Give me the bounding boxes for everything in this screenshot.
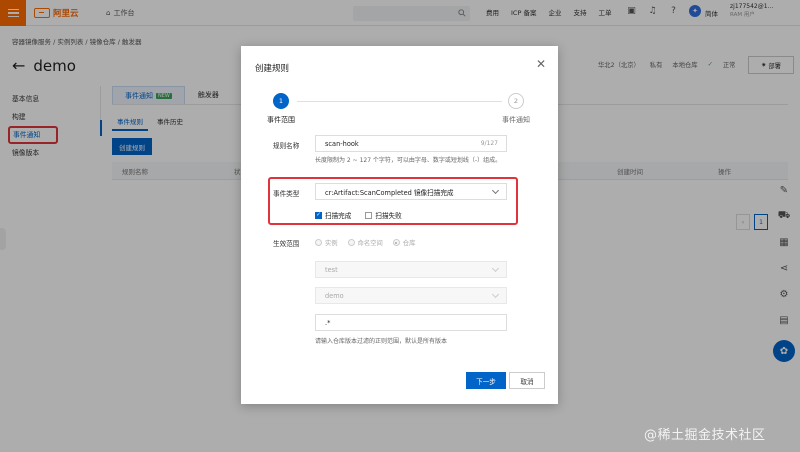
watermark: @稀土掘金技术社区 bbox=[644, 428, 766, 443]
event-type-label: 事件类型 bbox=[273, 190, 300, 198]
scan-done-checkbox[interactable]: ✓ 扫描完成 bbox=[315, 210, 351, 220]
repo-value: demo bbox=[325, 291, 344, 300]
chevron-down-icon bbox=[491, 186, 500, 195]
checkbox-checked-icon: ✓ bbox=[315, 211, 322, 219]
scope-label: 生效范围 bbox=[273, 240, 300, 248]
radio-icon bbox=[315, 239, 322, 246]
scope-radio-repo[interactable]: 仓库 bbox=[392, 238, 416, 247]
step-2-indicator: 2 bbox=[508, 93, 524, 109]
repo-select[interactable]: demo bbox=[315, 287, 507, 304]
scope-namespace-label: 命名空间 bbox=[357, 240, 383, 247]
dialog-title: 创建规则 bbox=[255, 64, 290, 74]
step-1-indicator: 1 bbox=[273, 93, 289, 109]
rule-name-counter: 9/127 bbox=[480, 140, 498, 147]
rule-name-label: 规则名称 bbox=[273, 142, 300, 150]
cancel-button[interactable]: 取消 bbox=[509, 372, 545, 389]
close-icon[interactable]: ✕ bbox=[536, 57, 546, 71]
tag-regex-value: .* bbox=[325, 318, 331, 327]
rule-name-value: scan-hook bbox=[325, 139, 359, 148]
event-checkbox-group: ✓ 扫描完成 扫描失败 bbox=[315, 210, 402, 220]
event-type-value: cr:Artifact:ScanCompleted 镜像扫描完成 bbox=[325, 188, 454, 197]
chevron-down-icon bbox=[491, 264, 500, 273]
rule-name-hint: 长度限制为 2 ~ 127 个字符，可以由字母、数字或短划线（-）组成。 bbox=[315, 157, 502, 164]
namespace-select[interactable]: test bbox=[315, 261, 507, 278]
scan-fail-label: 扫描失败 bbox=[375, 212, 402, 220]
scope-radio-namespace[interactable]: 命名空间 bbox=[347, 238, 383, 247]
next-step-button[interactable]: 下一步 bbox=[466, 372, 506, 389]
rule-name-input[interactable]: scan-hook 9/127 bbox=[315, 135, 507, 152]
scope-instance-label: 实例 bbox=[325, 240, 338, 247]
step-2-label: 事件通知 bbox=[502, 116, 530, 124]
radio-icon bbox=[347, 239, 355, 246]
scope-repo-label: 仓库 bbox=[402, 240, 416, 247]
scan-done-label: 扫描完成 bbox=[325, 212, 352, 220]
create-rule-dialog: 创建规则 ✕ 1 事件范围 2 事件通知 规则名称 scan-hook 9/12… bbox=[241, 46, 558, 404]
namespace-value: test bbox=[325, 265, 338, 274]
tag-regex-hint: 请输入仓库版本过滤的正则范围，默认是所有版本 bbox=[315, 338, 448, 345]
steps-connector bbox=[297, 101, 502, 102]
scan-fail-checkbox[interactable]: 扫描失败 bbox=[365, 210, 402, 220]
step-event-notify: 2 事件通知 bbox=[502, 93, 530, 125]
event-type-select[interactable]: cr:Artifact:ScanCompleted 镜像扫描完成 bbox=[315, 183, 507, 200]
scope-radio-instance[interactable]: 实例 bbox=[315, 238, 338, 247]
step-1-label: 事件范围 bbox=[267, 116, 295, 124]
chevron-down-icon bbox=[491, 290, 500, 299]
radio-selected-icon bbox=[392, 239, 400, 246]
scope-radio-group: 实例 命名空间 仓库 bbox=[315, 238, 415, 247]
step-event-scope: 1 事件范围 bbox=[267, 93, 295, 125]
checkbox-unchecked-icon bbox=[365, 211, 373, 219]
tag-regex-input[interactable]: .* bbox=[315, 314, 507, 331]
